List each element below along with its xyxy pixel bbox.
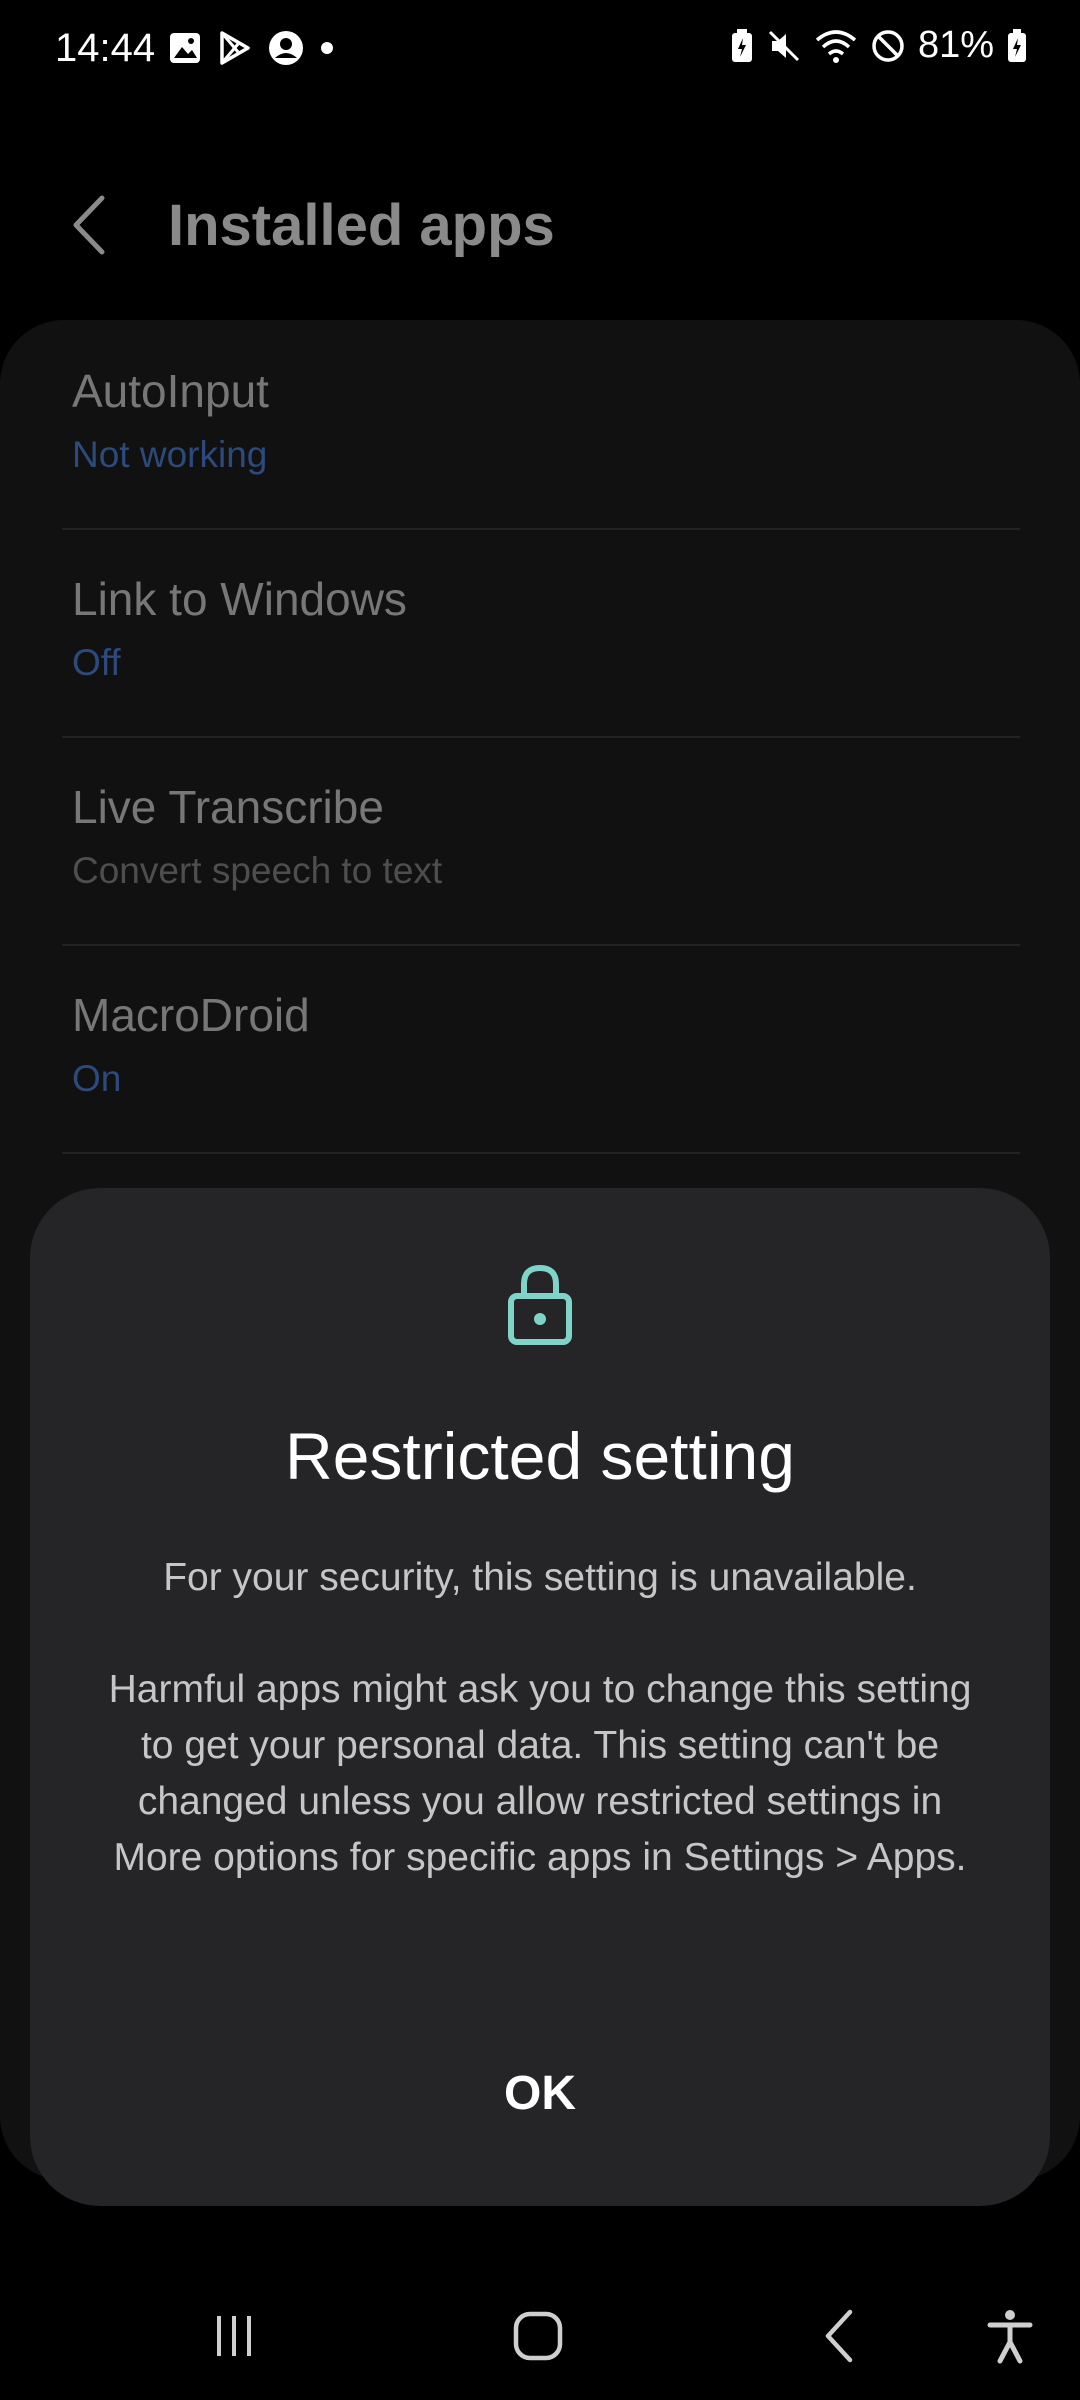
mute-icon [766,28,802,64]
app-description: Convert speech to text [72,850,443,891]
status-time: 14:44 [55,26,156,70]
nav-back-button[interactable] [800,2296,880,2376]
status-notification-icons [168,30,334,66]
chevron-left-icon [60,190,120,260]
recents-button[interactable] [194,2296,274,2376]
ok-button[interactable]: OK [390,2038,690,2148]
app-status: Off [72,642,121,683]
wifi-icon [814,28,858,64]
dialog-message: For your security, this setting is unava… [90,1550,990,1886]
dialog-message-line-1: For your security, this setting is unava… [163,1556,917,1599]
battery-percentage: 81% [917,24,994,66]
back-icon [820,2308,860,2364]
status-bar: 14:44 81% [0,0,1080,100]
dialog-message-line-2: Harmful apps might ask you to change thi… [108,1668,972,1879]
screen: 14:44 81% Installed apps AutoInput Not w… [0,0,1080,2400]
battery-saver-icon [730,28,754,64]
lock-icon [506,1260,574,1348]
dialog-title: Restricted setting [285,1419,795,1493]
accessibility-button[interactable] [970,2296,1050,2376]
do-not-disturb-icon [870,28,906,64]
app-header: Installed apps [0,170,1080,280]
list-item-autoinput[interactable]: AutoInput Not working [62,320,1020,530]
app-name: MacroDroid [72,989,310,1041]
battery-icon [1006,28,1028,64]
list-item-link-to-windows[interactable]: Link to Windows Off [62,528,1020,738]
restricted-setting-dialog: Restricted setting For your security, th… [30,1188,1050,2206]
account-icon [268,30,304,66]
accessibility-icon [986,2308,1034,2364]
page-title: Installed apps [168,193,555,258]
dot-icon [320,41,334,55]
list-item-macrodroid[interactable]: MacroDroid On [62,944,1020,1154]
play-store-icon [218,30,252,66]
app-name: Link to Windows [72,573,407,625]
back-button[interactable] [60,190,120,260]
navigation-bar [0,2270,1080,2400]
status-system-icons: 81% [730,24,1028,67]
app-status: On [72,1058,122,1099]
recents-icon [209,2311,259,2361]
list-item-live-transcribe[interactable]: Live Transcribe Convert speech to text [62,736,1020,946]
app-name: AutoInput [72,365,269,417]
home-button[interactable] [498,2296,578,2376]
gallery-icon [168,31,202,65]
app-status: Not working [72,434,268,475]
app-name: Live Transcribe [72,781,384,833]
home-icon [512,2310,564,2362]
